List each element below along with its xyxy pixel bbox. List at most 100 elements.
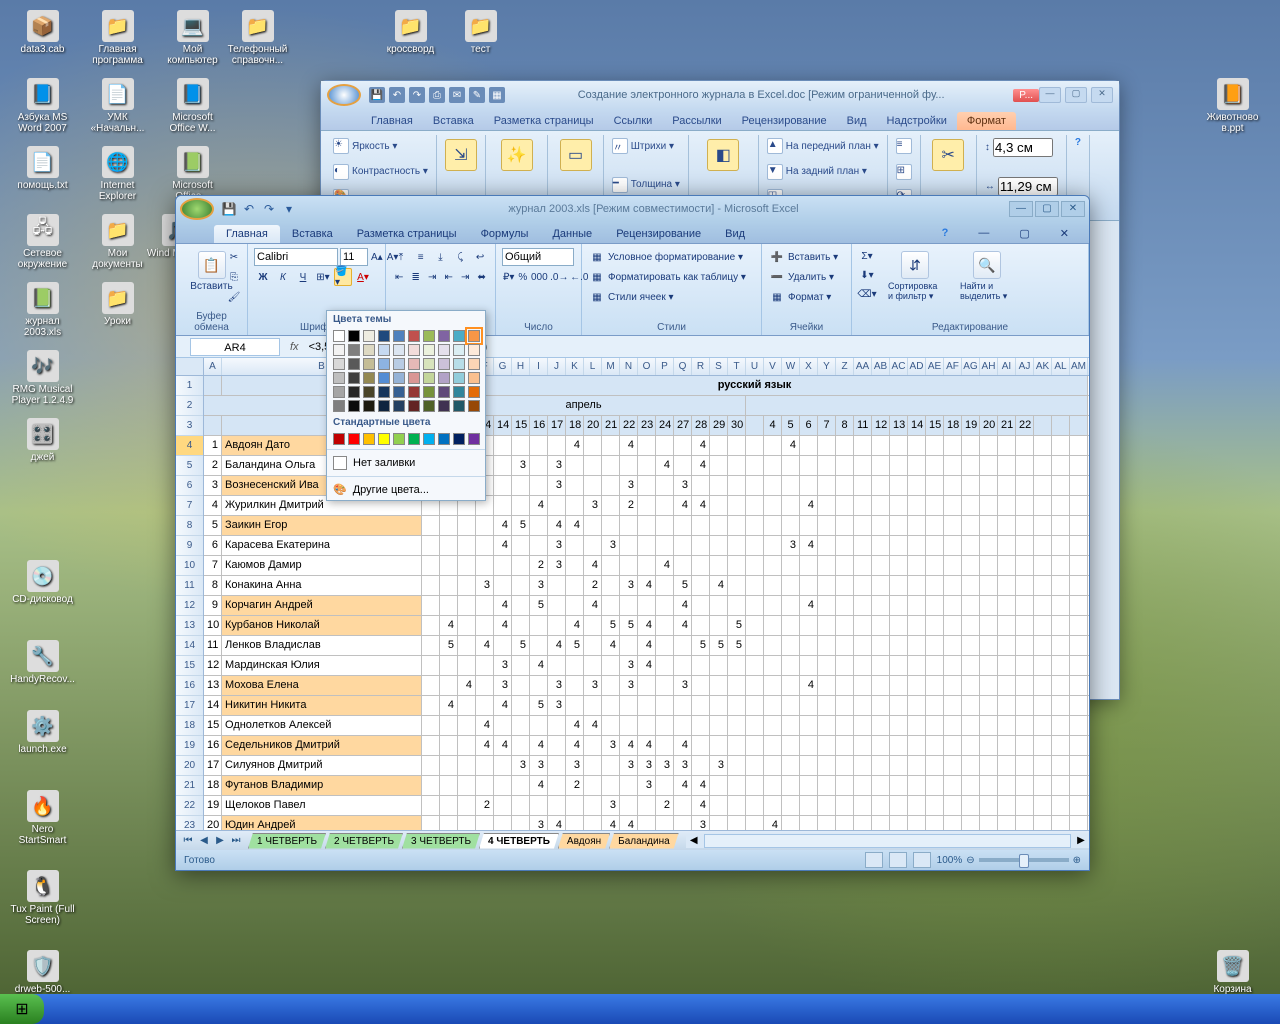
grade-cell[interactable] (584, 456, 602, 475)
grade-cell[interactable] (980, 716, 998, 735)
grade-cell[interactable]: 3 (620, 656, 638, 675)
grade-cell[interactable] (890, 776, 908, 795)
grade-cell[interactable] (1052, 716, 1070, 735)
grade-cell[interactable] (890, 516, 908, 535)
format-table-button[interactable]: ▦Форматировать как таблицу ▾ (588, 268, 755, 286)
grade-cell[interactable] (980, 536, 998, 555)
grade-cell[interactable] (980, 496, 998, 515)
row-header[interactable]: 4 (176, 436, 203, 456)
close-button[interactable]: ✕ (1091, 87, 1113, 103)
grade-cell[interactable] (998, 756, 1016, 775)
grade-cell[interactable] (962, 556, 980, 575)
grade-cell[interactable] (764, 536, 782, 555)
row-header[interactable]: 6 (176, 476, 203, 496)
col-header[interactable]: AE (926, 358, 944, 375)
grade-cell[interactable] (1052, 816, 1070, 830)
row-header[interactable]: 9 (176, 536, 203, 556)
grade-cell[interactable] (548, 436, 566, 455)
grade-cell[interactable] (566, 476, 584, 495)
grade-cell[interactable] (980, 476, 998, 495)
grade-cell[interactable] (764, 616, 782, 635)
grade-cell[interactable] (638, 516, 656, 535)
grade-cell[interactable] (530, 676, 548, 695)
name-box[interactable]: AR4 (190, 338, 280, 356)
grade-cell[interactable] (980, 556, 998, 575)
grade-cell[interactable] (1070, 516, 1088, 535)
grade-cell[interactable]: 4 (566, 616, 584, 635)
student-num[interactable]: 8 (204, 576, 222, 595)
grade-cell[interactable] (602, 776, 620, 795)
color-swatch[interactable] (468, 358, 480, 370)
grade-cell[interactable] (782, 736, 800, 755)
grade-cell[interactable] (548, 596, 566, 615)
grade-cell[interactable] (1034, 496, 1052, 515)
grade-cell[interactable] (494, 816, 512, 830)
grade-cell[interactable] (818, 436, 836, 455)
color-swatch[interactable] (438, 358, 450, 370)
color-swatch[interactable] (378, 372, 390, 384)
grade-cell[interactable] (944, 496, 962, 515)
color-swatch[interactable] (348, 358, 360, 370)
mail-icon[interactable]: ✉ (449, 87, 465, 103)
grade-cell[interactable] (710, 816, 728, 830)
grade-cell[interactable] (458, 516, 476, 535)
grade-cell[interactable]: 5 (512, 636, 530, 655)
grade-cell[interactable] (1052, 776, 1070, 795)
grade-cell[interactable] (800, 716, 818, 735)
student-name[interactable]: Никитин Никита (222, 696, 422, 715)
grade-cell[interactable] (962, 596, 980, 615)
grade-cell[interactable] (962, 696, 980, 715)
grade-cell[interactable] (602, 756, 620, 775)
row-header[interactable]: 3 (176, 416, 203, 436)
grade-cell[interactable] (1034, 556, 1052, 575)
color-swatch[interactable] (453, 400, 465, 412)
wrap-icon[interactable]: ↩ (471, 248, 489, 266)
grade-cell[interactable]: 3 (548, 556, 566, 575)
grade-cell[interactable] (476, 596, 494, 615)
grade-cell[interactable]: 3 (476, 576, 494, 595)
grade-cell[interactable] (836, 456, 854, 475)
student-num[interactable]: 19 (204, 796, 222, 815)
grade-cell[interactable] (638, 536, 656, 555)
border-icon[interactable]: ▭ (560, 139, 592, 171)
grade-cell[interactable] (908, 616, 926, 635)
ribbon-tab[interactable]: Формулы (469, 225, 541, 243)
grade-cell[interactable] (548, 796, 566, 815)
grade-cell[interactable]: 3 (548, 696, 566, 715)
grade-cell[interactable] (512, 696, 530, 715)
excel-titlebar[interactable]: 💾 ↶ ↷ ▾ журнал 2003.xls [Режим совместим… (176, 196, 1089, 222)
grade-cell[interactable] (566, 676, 584, 695)
student-num[interactable]: 5 (204, 516, 222, 535)
color-swatch[interactable] (378, 358, 390, 370)
grade-cell[interactable] (782, 816, 800, 830)
grade-cell[interactable] (548, 716, 566, 735)
ribbon-tab[interactable]: Разметка страницы (484, 112, 604, 130)
cut-icon[interactable]: ✂ (225, 248, 243, 266)
color-swatch[interactable] (453, 372, 465, 384)
color-swatch[interactable] (423, 386, 435, 398)
grade-cell[interactable] (710, 616, 728, 635)
student-name[interactable]: Каюмов Дамир (222, 556, 422, 575)
zoom-in-icon[interactable]: ⊕ (1073, 855, 1081, 866)
student-num[interactable]: 13 (204, 676, 222, 695)
italic-icon[interactable]: К (274, 268, 292, 286)
grade-cell[interactable] (962, 636, 980, 655)
grade-cell[interactable] (1070, 496, 1088, 515)
grade-cell[interactable] (548, 656, 566, 675)
grade-cell[interactable] (1070, 636, 1088, 655)
col-header[interactable]: G (494, 358, 512, 375)
worksheet[interactable]: ABCDEFGHIJKLMNOPQRSTUVWXYZAAABACADAEAFAG… (176, 358, 1089, 830)
grade-cell[interactable] (800, 816, 818, 830)
grade-cell[interactable] (656, 596, 674, 615)
grade-cell[interactable] (512, 676, 530, 695)
undo-icon[interactable]: ↶ (240, 200, 258, 218)
grade-cell[interactable] (836, 796, 854, 815)
col-header[interactable]: K (566, 358, 584, 375)
grade-cell[interactable]: 4 (476, 736, 494, 755)
zoom-value[interactable]: 100% (937, 855, 963, 866)
align-center-icon[interactable]: ≣ (409, 268, 424, 286)
grade-cell[interactable] (476, 776, 494, 795)
fill-color-picker[interactable]: Цвета темы Стандартные цвета Нет заливки… (326, 310, 486, 501)
color-swatch[interactable] (333, 433, 345, 445)
grade-cell[interactable] (998, 456, 1016, 475)
